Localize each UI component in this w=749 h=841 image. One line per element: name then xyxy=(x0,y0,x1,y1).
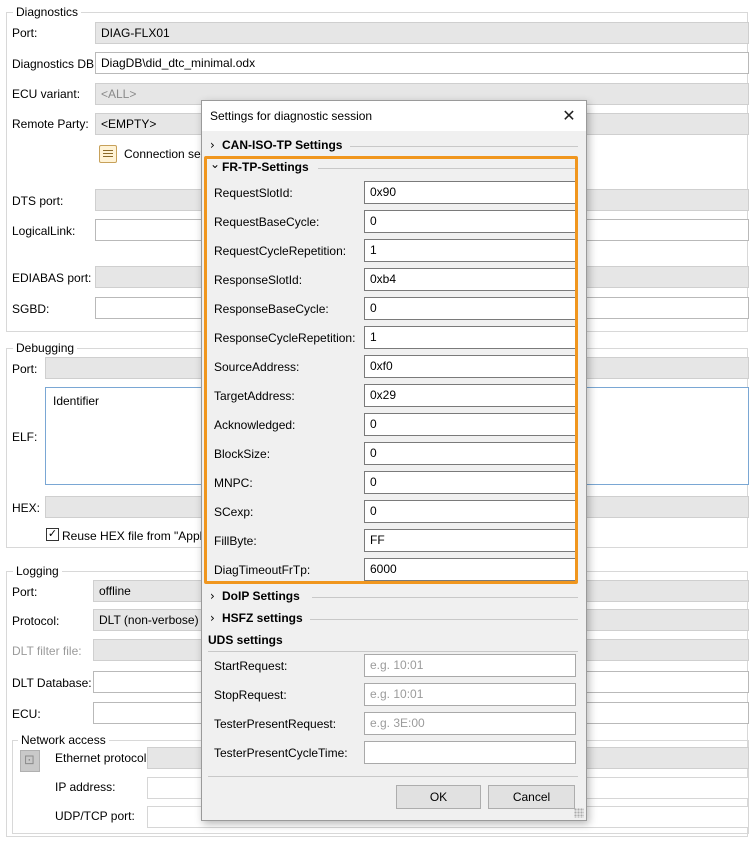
dts-port-label: DTS port: xyxy=(12,194,64,208)
ethernet-label: Ethernet protocol: xyxy=(55,751,150,765)
section-hsfz-label: HSFZ settings xyxy=(222,611,303,625)
remote-party-label: Remote Party: xyxy=(12,117,89,131)
logical-link-label: LogicalLink: xyxy=(12,224,76,238)
uds-field-input[interactable] xyxy=(364,741,576,764)
resize-grip-icon[interactable] xyxy=(574,808,584,818)
section-divider xyxy=(312,597,578,598)
diag-db-field[interactable]: DiagDB\did_dtc_minimal.odx xyxy=(95,52,749,74)
connection-settings-label[interactable]: Connection setti xyxy=(124,147,210,161)
dialog-title-bar[interactable]: Settings for diagnostic session ✕ xyxy=(202,101,586,131)
network-legend: Network access xyxy=(18,733,109,747)
section-uds: UDS settings xyxy=(208,633,283,647)
uds-field-label: StopRequest: xyxy=(214,688,287,702)
ip-address-label: IP address: xyxy=(55,780,116,794)
section-can-iso-tp[interactable]: › CAN-ISO-TP Settings xyxy=(210,138,342,152)
log-port-label: Port: xyxy=(12,585,38,599)
chevron-right-icon: › xyxy=(210,611,215,625)
protocol-label: Protocol: xyxy=(12,614,60,628)
chevron-right-icon: › xyxy=(210,589,215,603)
section-uds-label: UDS settings xyxy=(208,633,283,647)
uds-field-label: TesterPresentCycleTime: xyxy=(214,746,348,760)
sgbd-label: SGBD: xyxy=(12,302,50,316)
logging-legend: Logging xyxy=(13,564,62,578)
connection-settings-icon[interactable] xyxy=(99,145,117,163)
diag-db-label: Diagnostics DB: xyxy=(12,57,98,71)
uds-field-label: StartRequest: xyxy=(214,659,288,673)
reuse-hex-checkbox[interactable]: ✓ xyxy=(46,528,59,541)
fr-tp-highlight xyxy=(204,156,578,584)
footer-divider xyxy=(208,776,578,777)
diag-port-field[interactable]: DIAG-FLX01 xyxy=(95,22,749,44)
cancel-button[interactable]: Cancel xyxy=(488,785,575,809)
elf-label: ELF: xyxy=(12,430,38,444)
section-can-iso-tp-label: CAN-ISO-TP Settings xyxy=(222,138,343,152)
uds-field-input[interactable]: e.g. 10:01 xyxy=(364,654,576,677)
elf-identifier-header: Identifier xyxy=(53,394,100,408)
ecu-variant-label: ECU variant: xyxy=(12,87,81,101)
section-divider xyxy=(350,146,578,147)
diag-port-label: Port: xyxy=(12,26,38,40)
section-divider xyxy=(310,619,578,620)
ediabas-port-label: EDIABAS port: xyxy=(12,271,92,285)
ok-button[interactable]: OK xyxy=(396,785,481,809)
section-doip[interactable]: › DoIP Settings xyxy=(210,589,300,603)
close-icon[interactable]: ✕ xyxy=(558,105,580,127)
section-hsfz[interactable]: › HSFZ settings xyxy=(210,611,303,625)
dialog-title: Settings for diagnostic session xyxy=(210,109,373,123)
hex-label: HEX: xyxy=(12,501,41,515)
udp-tcp-port-label: UDP/TCP port: xyxy=(55,809,135,823)
section-divider xyxy=(208,651,578,652)
reuse-hex-label[interactable]: Reuse HEX file from "Applicat xyxy=(62,529,221,543)
uds-field-input[interactable]: e.g. 10:01 xyxy=(364,683,576,706)
uds-field-label: TesterPresentRequest: xyxy=(214,717,337,731)
dlt-filter-label: DLT filter file: xyxy=(12,644,82,658)
diagnostics-legend: Diagnostics xyxy=(13,5,82,19)
debug-port-label: Port: xyxy=(12,362,38,376)
debugging-legend: Debugging xyxy=(13,341,78,355)
dlt-database-label: DLT Database: xyxy=(12,676,92,690)
network-icon xyxy=(20,750,40,772)
uds-field-input[interactable]: e.g. 3E:00 xyxy=(364,712,576,735)
ecu-label: ECU: xyxy=(12,707,41,721)
chevron-right-icon: › xyxy=(210,138,215,152)
section-doip-label: DoIP Settings xyxy=(222,589,300,603)
